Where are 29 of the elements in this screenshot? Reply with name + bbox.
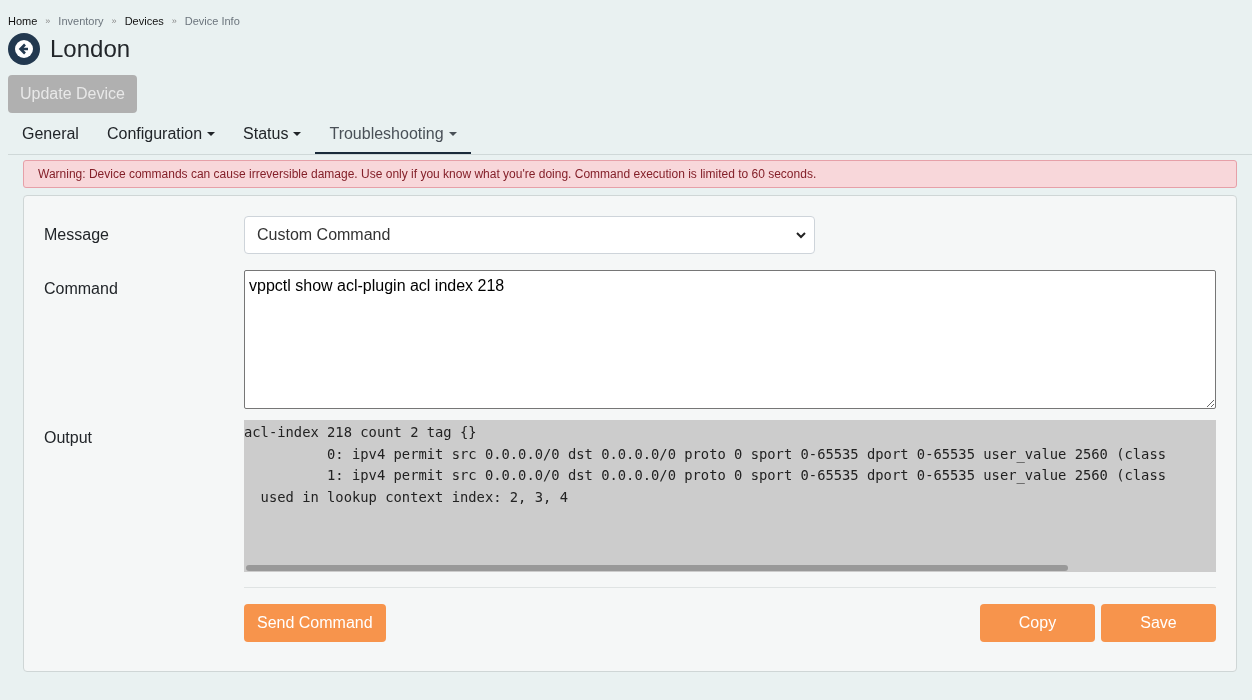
- breadcrumb-separator: »: [111, 16, 117, 26]
- breadcrumb-separator: »: [171, 16, 177, 26]
- chevron-down-icon: [796, 231, 806, 239]
- breadcrumb-link[interactable]: Home: [8, 15, 38, 27]
- field-label: Output: [44, 429, 94, 447]
- breadcrumb-text: Device Info: [184, 15, 240, 27]
- warning-alert: Warning: Device commands can cause irreversible damage. Use only if you know what you're doing. Command execution is limited to 60 seconds.: [23, 160, 1237, 188]
- field-label: Message: [44, 226, 110, 244]
- caret-icon: [207, 132, 216, 136]
- tab[interactable]: Troubleshooting: [315, 115, 471, 154]
- caret-icon: [293, 132, 302, 136]
- output-line: 0: ipv4 permit src 0.0.0.0/0 dst 0.0.0.0/0 proto 0 sport 0-65535 dport 0-65535 user_value 2560 (class: [326, 444, 1167, 465]
- output-line: 1: ipv4 permit src 0.0.0.0/0 dst 0.0.0.0/0 proto 0 sport 0-65535 dport 0-65535 user_value 2560 (class: [326, 466, 1167, 486]
- page-title: London: [50, 35, 131, 63]
- command-input[interactable]: vppctl show acl-plugin acl index 218: [244, 270, 1216, 409]
- tab[interactable]: Status: [229, 115, 316, 154]
- breadcrumb-separator: »: [45, 16, 51, 26]
- breadcrumb-text: Inventory: [58, 15, 104, 27]
- output-line: acl-index 218 count 2 tag {}: [244, 423, 478, 442]
- output-line: used in lookup context index: 2, 3, 4: [259, 487, 569, 507]
- breadcrumb-link[interactable]: Devices: [124, 15, 164, 27]
- scrollbar-thumb[interactable]: [246, 565, 1068, 571]
- arrow-left-icon: [15, 40, 33, 58]
- back-button[interactable]: [8, 33, 40, 65]
- tab[interactable]: General: [8, 115, 93, 154]
- tab[interactable]: Configuration: [92, 115, 230, 154]
- message-select[interactable]: Custom Command: [244, 216, 815, 254]
- field-label: Command: [44, 280, 119, 298]
- caret-icon: [448, 132, 457, 136]
